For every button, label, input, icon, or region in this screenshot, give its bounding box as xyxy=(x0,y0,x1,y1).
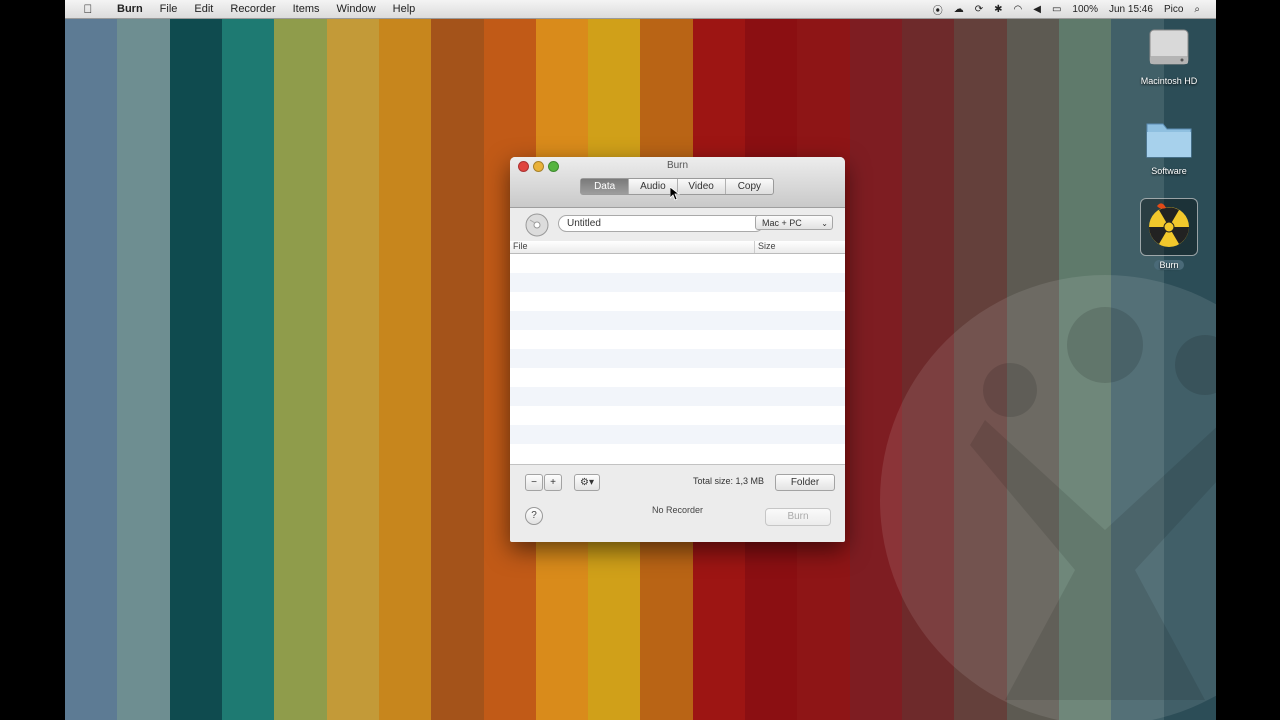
wallpaper-stripe xyxy=(902,18,955,720)
burn-button[interactable]: Burn xyxy=(765,508,831,526)
desktop-screen:  Burn File Edit Recorder Items Window H… xyxy=(65,0,1216,720)
action-menu-button[interactable]: ⚙▾ xyxy=(574,474,600,491)
desktop-icon-label: Macintosh HD xyxy=(1140,76,1198,86)
tab-video[interactable]: Video xyxy=(678,179,726,194)
table-row xyxy=(510,444,845,463)
table-row xyxy=(510,349,845,368)
clock[interactable]: Jun 15:46 xyxy=(1109,4,1153,15)
burn-window: Burn Data Audio Video Copy Untitled Mac … xyxy=(510,157,845,542)
desktop-icon-macintosh-hd[interactable]: Macintosh HD xyxy=(1129,24,1209,86)
burn-app-icon xyxy=(1149,203,1189,247)
cloud-icon[interactable]: ☁ xyxy=(954,4,964,15)
wifi-icon[interactable]: ◠ xyxy=(1014,4,1023,15)
table-row xyxy=(510,425,845,444)
remove-button[interactable]: − xyxy=(525,474,543,491)
mouse-pointer-icon xyxy=(670,187,680,201)
wallpaper-stripe xyxy=(1058,18,1112,720)
menu-items[interactable]: Items xyxy=(293,3,320,15)
disc-name-field[interactable]: Untitled xyxy=(558,215,764,232)
wallpaper-stripe xyxy=(326,18,379,720)
table-row xyxy=(510,254,845,273)
wallpaper-stripe xyxy=(221,18,275,720)
status-icon-1[interactable]: ⦿ xyxy=(933,2,943,17)
wallpaper-stripe xyxy=(1006,18,1059,720)
table-row xyxy=(510,387,845,406)
desktop-icon-label: Software xyxy=(1151,166,1187,176)
window-title: Burn xyxy=(666,160,689,171)
wallpaper-stripe xyxy=(849,18,902,720)
volume-icon[interactable]: ◀ xyxy=(1033,4,1041,15)
total-size: Total size: 1,3 MB xyxy=(693,476,764,486)
desktop-icon-burn[interactable]: Burn xyxy=(1129,198,1209,270)
table-row xyxy=(510,368,845,387)
wallpaper-stripe xyxy=(378,18,432,720)
disc-name-row: Untitled Mac + PC ⌄ xyxy=(510,209,845,239)
filesystem-select[interactable]: Mac + PC ⌄ xyxy=(755,215,833,230)
wallpaper-stripe xyxy=(431,18,484,720)
battery-percent[interactable]: 100% xyxy=(1072,4,1098,15)
table-row xyxy=(510,406,845,425)
wallpaper-stripe xyxy=(65,18,118,720)
column-header-file[interactable]: File xyxy=(513,241,528,251)
table-row xyxy=(510,292,845,311)
bluetooth-icon[interactable]: ✱ xyxy=(994,4,1002,15)
desktop-icon-software[interactable]: Software xyxy=(1129,116,1209,176)
selection-highlight xyxy=(1140,198,1198,256)
file-table[interactable]: File Size xyxy=(510,241,845,464)
bottom-toolbar: − + ⚙▾ Total size: 1,3 MB Folder xyxy=(510,464,845,500)
menu-app-name[interactable]: Burn xyxy=(117,3,143,15)
table-header: File Size xyxy=(510,241,845,254)
sync-icon[interactable]: ⟳ xyxy=(975,4,983,15)
chevron-down-icon: ⌄ xyxy=(821,219,828,228)
total-size-label: Total size: xyxy=(693,476,734,486)
wallpaper-stripe xyxy=(274,18,327,720)
hard-drive-icon xyxy=(1149,29,1189,65)
folder-button[interactable]: Folder xyxy=(775,474,835,491)
table-row xyxy=(510,273,845,292)
desktop-icon-label: Burn xyxy=(1154,260,1184,270)
filesystem-select-value: Mac + PC xyxy=(762,218,802,228)
battery-icon[interactable]: ▭ xyxy=(1052,4,1061,15)
tab-copy[interactable]: Copy xyxy=(726,179,773,194)
table-row xyxy=(510,330,845,349)
tab-data[interactable]: Data xyxy=(581,179,630,194)
spotlight-icon[interactable]: ⌕ xyxy=(1194,4,1200,15)
wallpaper-stripe xyxy=(117,18,170,720)
total-size-value: 1,3 MB xyxy=(735,476,765,486)
menu-edit[interactable]: Edit xyxy=(194,3,213,15)
add-button[interactable]: + xyxy=(544,474,562,491)
status-area: ? No Recorder Burn xyxy=(510,499,845,542)
menu-window[interactable]: Window xyxy=(337,3,376,15)
menu-help[interactable]: Help xyxy=(393,3,416,15)
user-name[interactable]: Pico xyxy=(1164,4,1183,15)
menu-bar:  Burn File Edit Recorder Items Window H… xyxy=(65,0,1216,19)
menu-recorder[interactable]: Recorder xyxy=(230,3,275,15)
column-header-size[interactable]: Size xyxy=(754,241,776,253)
menu-file[interactable]: File xyxy=(160,3,178,15)
apple-icon[interactable]:  xyxy=(81,2,95,16)
status-area: ⦿ ☁ ⟳ ✱ ◠ ◀ ▭ 100% Jun 15:46 Pico ⌕ xyxy=(933,2,1216,17)
wallpaper-stripe xyxy=(954,18,1007,720)
wallpaper-stripe xyxy=(169,18,222,720)
table-row xyxy=(510,311,845,330)
disc-icon[interactable] xyxy=(525,213,549,237)
folder-icon xyxy=(1146,123,1192,158)
